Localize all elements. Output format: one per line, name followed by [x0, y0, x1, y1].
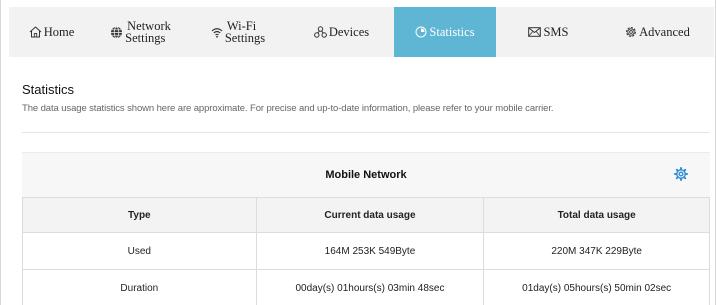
nav-statistics[interactable]: Statistics [394, 7, 496, 57]
envelope-icon [528, 27, 542, 37]
globe-icon [110, 26, 123, 39]
gear-icon[interactable] [674, 167, 688, 181]
col-current-header: Current data usage [255, 197, 485, 233]
nav-wifi-label-line2: Settings [224, 31, 266, 45]
table-header-row: Type Current data usage Total data usage [22, 197, 710, 233]
devices-icon [313, 26, 327, 38]
nav-network-label: Network Settings [125, 20, 171, 45]
wifi-icon [211, 27, 223, 38]
cell-current-usage: 164M 253K 549Byte [255, 232, 485, 270]
nav-wifi-settings[interactable]: Wi-Fi Settings [187, 7, 289, 57]
nav-devices[interactable]: Devices [289, 7, 394, 57]
home-icon [29, 26, 42, 38]
table-row: Duration 00day(s) 01hours(s) 03min 48sec… [22, 269, 710, 305]
cell-type: Used [22, 232, 257, 270]
col-type-header: Type [22, 197, 257, 233]
cell-total-usage: 220M 347K 229Byte [483, 232, 710, 270]
panel-title: Mobile Network [325, 169, 407, 181]
statistics-icon [415, 26, 427, 38]
nav-wifi-label: Wi-Fi Settings [224, 20, 266, 45]
cell-current-usage: 00day(s) 01hours(s) 03min 48sec [255, 269, 485, 305]
mobile-network-panel: Mobile Network Type Current data usage T… [22, 152, 710, 305]
nav-advanced[interactable]: Advanced [601, 7, 714, 57]
nav-home[interactable]: Home [9, 7, 94, 57]
nav-statistics-label: Statistics [429, 24, 475, 39]
nav-devices-label: Devices [328, 24, 370, 39]
cell-type: Duration [22, 269, 257, 305]
nav-network-label-line2: Settings [125, 31, 166, 45]
settings-icon [625, 26, 637, 38]
usage-table: Type Current data usage Total data usage… [22, 197, 710, 305]
nav-home-label: Home [43, 24, 75, 39]
cell-total-usage: 01day(s) 05hours(s) 50min 02sec [483, 269, 710, 305]
nav-sms[interactable]: SMS [496, 7, 601, 57]
divider [22, 132, 710, 133]
nav-sms-label: SMS [543, 24, 569, 39]
page-title: Statistics [22, 82, 75, 97]
main-nav: Home Network Settings Wi-Fi Settings Dev… [9, 7, 714, 57]
table-row: Used 164M 253K 549Byte 220M 347K 229Byte [22, 232, 710, 270]
page-description: The data usage statistics shown here are… [22, 103, 554, 114]
nav-network-settings[interactable]: Network Settings [94, 7, 187, 57]
nav-advanced-label: Advanced [639, 24, 690, 39]
col-total-header: Total data usage [483, 197, 710, 233]
